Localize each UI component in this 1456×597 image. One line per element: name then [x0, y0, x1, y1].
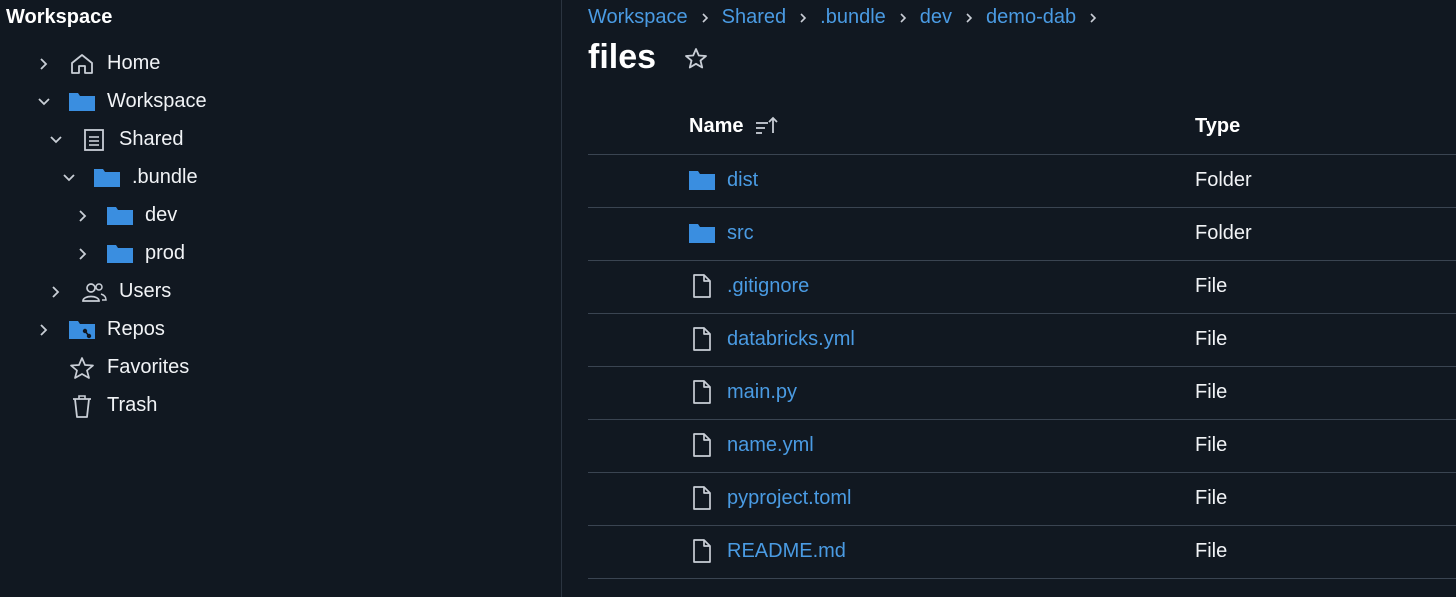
- star-icon: [70, 357, 94, 379]
- file-name-link[interactable]: databricks.yml: [727, 328, 855, 351]
- sidebar-item-label: dev: [145, 204, 178, 226]
- folder-icon: [107, 207, 133, 225]
- table-row[interactable]: src Folder: [588, 208, 1456, 261]
- table-row[interactable]: databricks.yml File: [588, 314, 1456, 367]
- file-type: Folder: [1195, 222, 1252, 244]
- chevron-right-icon[interactable]: [75, 208, 91, 224]
- page-title: files: [588, 38, 657, 76]
- chevron-right-icon: [1076, 8, 1110, 28]
- chevron-right-icon: [886, 8, 920, 28]
- breadcrumb-workspace[interactable]: Workspace: [588, 6, 688, 29]
- file-icon: [693, 539, 711, 563]
- chevron-down-icon[interactable]: [61, 170, 77, 186]
- file-name-link[interactable]: dist: [727, 169, 758, 192]
- breadcrumb-demo-dab[interactable]: demo-dab: [986, 6, 1076, 29]
- column-header-name[interactable]: Name: [689, 115, 743, 138]
- sidebar-item-trash[interactable]: Trash: [0, 387, 561, 425]
- file-icon: [693, 486, 711, 510]
- file-type: File: [1195, 328, 1228, 350]
- sidebar-item-home[interactable]: Home: [0, 45, 561, 83]
- sort-ascending-icon[interactable]: [754, 114, 780, 138]
- file-type: File: [1195, 381, 1228, 403]
- sidebar-item-label: Shared: [119, 128, 184, 150]
- file-name-link[interactable]: src: [727, 222, 754, 245]
- table-row[interactable]: main.py File: [588, 367, 1456, 420]
- table-row[interactable]: README.md File: [588, 526, 1456, 579]
- sidebar-item-label: Workspace: [107, 90, 207, 112]
- folder-icon: [689, 171, 715, 190]
- file-name-link[interactable]: pyproject.toml: [727, 487, 852, 510]
- sidebar-item-label: Trash: [107, 394, 158, 416]
- file-name-link[interactable]: main.py: [727, 381, 797, 404]
- chevron-down-icon[interactable]: [36, 94, 52, 110]
- main-panel: Workspace Shared .bundle dev demo-dab fi…: [562, 0, 1456, 597]
- folder-icon: [689, 224, 715, 243]
- table-row[interactable]: dist Folder: [588, 155, 1456, 208]
- sidebar-item-prod[interactable]: prod: [0, 235, 561, 273]
- file-name-link[interactable]: README.md: [727, 540, 846, 563]
- sidebar: Workspace Home Workspace Shared .bundle: [0, 0, 562, 597]
- chevron-right-icon[interactable]: [48, 284, 64, 300]
- users-icon: [82, 283, 107, 302]
- chevron-right-icon[interactable]: [36, 56, 52, 72]
- folder-icon: [107, 245, 133, 263]
- file-type: Folder: [1195, 169, 1252, 191]
- sidebar-item-favorites[interactable]: Favorites: [0, 349, 561, 387]
- sidebar-title: Workspace: [6, 6, 113, 28]
- favorite-star-icon[interactable]: [682, 45, 710, 73]
- file-type: File: [1195, 487, 1228, 509]
- chevron-right-icon: [688, 8, 722, 28]
- workspace-browser: Workspace Home Workspace Shared .bundle: [0, 0, 1456, 597]
- shared-doc-icon: [84, 129, 104, 151]
- breadcrumb-shared[interactable]: Shared: [722, 6, 787, 29]
- table-header: Name Type: [588, 100, 1456, 155]
- home-icon: [71, 54, 93, 74]
- chevron-right-icon: [952, 8, 986, 28]
- files-table: Name Type dist Folder src Folder .gitign…: [588, 100, 1456, 579]
- table-row[interactable]: pyproject.toml File: [588, 473, 1456, 526]
- sidebar-item-shared[interactable]: Shared: [0, 121, 561, 159]
- sidebar-item-repos[interactable]: Repos: [0, 311, 561, 349]
- file-type: File: [1195, 275, 1228, 297]
- sidebar-item-label: Repos: [107, 318, 165, 340]
- file-type: File: [1195, 434, 1228, 456]
- chevron-right-icon[interactable]: [36, 322, 52, 338]
- file-type: File: [1195, 540, 1228, 562]
- chevron-right-icon[interactable]: [75, 246, 91, 262]
- file-name-link[interactable]: .gitignore: [727, 275, 809, 298]
- repo-folder-icon: [69, 321, 95, 339]
- file-icon: [693, 380, 711, 404]
- file-icon: [693, 433, 711, 457]
- file-icon: [693, 274, 711, 298]
- chevron-right-icon: [786, 8, 820, 28]
- sidebar-item-label: .bundle: [132, 166, 198, 188]
- breadcrumb-dev[interactable]: dev: [920, 6, 952, 29]
- sidebar-item-label: Users: [119, 280, 172, 302]
- sidebar-item-label: Home: [107, 52, 161, 74]
- column-header-type[interactable]: Type: [1195, 115, 1240, 138]
- breadcrumb-bundle[interactable]: .bundle: [820, 6, 886, 29]
- sidebar-item-dev[interactable]: dev: [0, 197, 561, 235]
- file-name-link[interactable]: name.yml: [727, 434, 814, 457]
- sidebar-item-workspace[interactable]: Workspace: [0, 83, 561, 121]
- chevron-down-icon[interactable]: [48, 132, 64, 148]
- sidebar-item-users[interactable]: Users: [0, 273, 561, 311]
- trash-icon: [73, 395, 91, 418]
- breadcrumb: Workspace Shared .bundle dev demo-dab: [588, 6, 1110, 29]
- folder-icon: [94, 169, 120, 187]
- table-row[interactable]: .gitignore File: [588, 261, 1456, 314]
- sidebar-item-label: prod: [145, 242, 186, 264]
- sidebar-item-bundle[interactable]: .bundle: [0, 159, 561, 197]
- table-row[interactable]: name.yml File: [588, 420, 1456, 473]
- folder-icon: [69, 93, 95, 111]
- sidebar-item-label: Favorites: [107, 356, 190, 378]
- file-icon: [693, 327, 711, 351]
